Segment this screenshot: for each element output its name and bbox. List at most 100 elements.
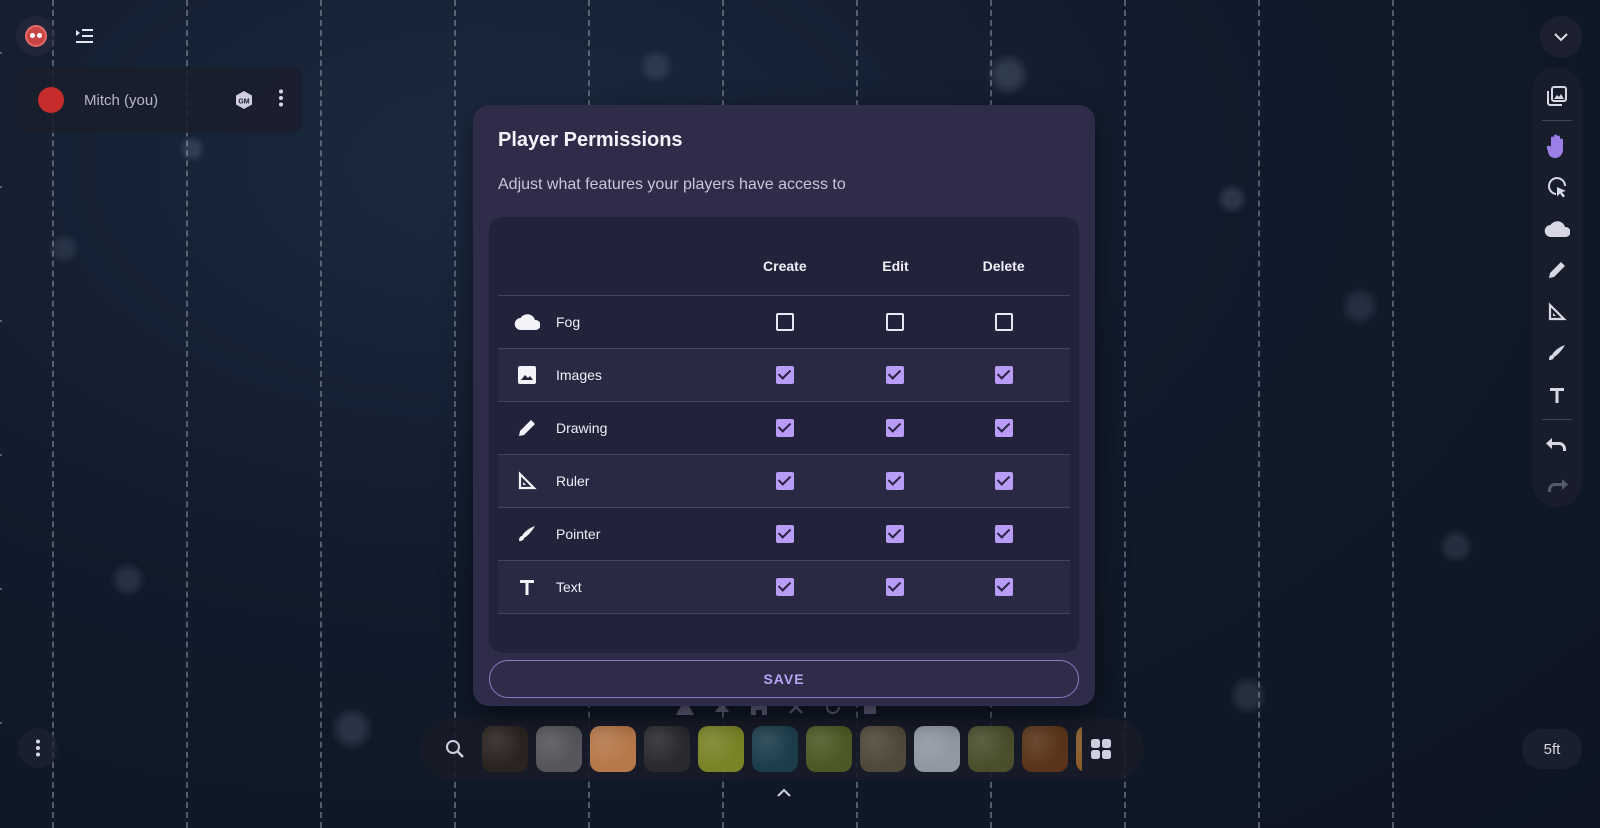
permission-row-pointer: Pointer bbox=[498, 507, 1070, 561]
permission-row-text: Text bbox=[498, 560, 1070, 614]
tile-rocky-ground[interactable] bbox=[860, 726, 906, 772]
permissions-table-container: Create Edit Delete Fog Images Drawing Ruler… bbox=[489, 217, 1079, 653]
permission-label: Drawing bbox=[556, 401, 716, 455]
images-delete-checkbox[interactable] bbox=[994, 366, 1013, 385]
player-permissions-dialog: Player Permissions Adjust what features … bbox=[473, 105, 1095, 706]
pencil-icon[interactable] bbox=[1537, 252, 1577, 289]
dialog-subtitle: Adjust what features your players have a… bbox=[498, 176, 846, 193]
permission-cell-edit bbox=[853, 507, 938, 561]
player-card[interactable]: Mitch (you) GM bbox=[16, 67, 302, 133]
cloud-icon bbox=[498, 295, 556, 349]
toolbar-divider bbox=[1542, 120, 1572, 122]
tile-picker-bar bbox=[420, 718, 1144, 780]
tile-water[interactable] bbox=[752, 726, 798, 772]
permission-label: Ruler bbox=[556, 454, 716, 508]
drawing-create-checkbox[interactable] bbox=[775, 419, 794, 438]
permission-row-drawing: Drawing bbox=[498, 401, 1070, 455]
permission-label: Fog bbox=[556, 295, 716, 349]
tile-snow[interactable] bbox=[914, 726, 960, 772]
text-icon bbox=[498, 560, 556, 614]
permissions-table: Create Edit Delete Fog Images Drawing Ruler… bbox=[498, 237, 1070, 614]
permission-row-fog: Fog bbox=[498, 295, 1070, 349]
permission-row-images: Images bbox=[498, 348, 1070, 402]
hand-icon[interactable] bbox=[1537, 127, 1577, 164]
image-stack-icon[interactable] bbox=[1537, 77, 1577, 114]
toolbar-divider bbox=[1542, 419, 1572, 421]
chevron-down-icon[interactable] bbox=[1540, 16, 1582, 58]
ruler-triangle-icon[interactable] bbox=[1537, 293, 1577, 330]
cloud-icon[interactable] bbox=[1537, 210, 1577, 247]
ruler-create-checkbox[interactable] bbox=[775, 472, 794, 491]
tile-moss[interactable] bbox=[698, 726, 744, 772]
more-vertical-icon[interactable] bbox=[18, 728, 58, 768]
pointer-brush-icon bbox=[498, 507, 556, 561]
top-left-bar bbox=[16, 16, 102, 56]
owlbear-logo-icon[interactable] bbox=[16, 16, 56, 56]
drawing-edit-checkbox[interactable] bbox=[886, 419, 905, 438]
permission-row-ruler: Ruler bbox=[498, 454, 1070, 508]
fog-delete-checkbox[interactable] bbox=[994, 313, 1013, 332]
column-header-create: Create bbox=[716, 237, 854, 296]
undo-icon[interactable] bbox=[1537, 426, 1577, 463]
player-name: Mitch (you) bbox=[84, 91, 159, 109]
permission-cell-edit bbox=[853, 295, 938, 349]
search-icon[interactable] bbox=[432, 739, 478, 759]
permission-label: Pointer bbox=[556, 507, 716, 561]
pointer-edit-checkbox[interactable] bbox=[886, 525, 905, 544]
text-edit-checkbox[interactable] bbox=[886, 578, 905, 597]
permission-cell-delete bbox=[937, 348, 1070, 402]
fog-edit-checkbox[interactable] bbox=[886, 313, 905, 332]
tile-list bbox=[482, 726, 1082, 772]
permission-cell-delete bbox=[937, 295, 1070, 349]
text-icon[interactable] bbox=[1537, 376, 1577, 413]
redo-icon[interactable] bbox=[1537, 468, 1577, 505]
permission-cell-create bbox=[716, 401, 854, 455]
permission-cell-edit bbox=[853, 348, 938, 402]
svg-text:GM: GM bbox=[238, 99, 249, 106]
tile-dark-earth[interactable] bbox=[482, 726, 528, 772]
tile-sand[interactable] bbox=[590, 726, 636, 772]
ruler-edit-checkbox[interactable] bbox=[886, 472, 905, 491]
player-color-dot[interactable] bbox=[38, 87, 64, 113]
image-icon bbox=[498, 348, 556, 402]
permission-cell-edit bbox=[853, 401, 938, 455]
dialog-title: Player Permissions bbox=[498, 129, 683, 151]
grid-scale-badge[interactable]: 5ft bbox=[1522, 729, 1582, 769]
tile-leafy-ground[interactable] bbox=[968, 726, 1014, 772]
ruler-delete-checkbox[interactable] bbox=[994, 472, 1013, 491]
gm-shield-icon: GM bbox=[234, 90, 254, 110]
column-header-delete: Delete bbox=[937, 237, 1070, 296]
tile-dirt[interactable] bbox=[1076, 726, 1082, 772]
tile-wood[interactable] bbox=[1022, 726, 1068, 772]
permission-cell-create bbox=[716, 560, 854, 614]
images-create-checkbox[interactable] bbox=[775, 366, 794, 385]
chevron-up-icon[interactable] bbox=[772, 782, 796, 802]
permission-cell-delete bbox=[937, 401, 1070, 455]
tile-gravel[interactable] bbox=[536, 726, 582, 772]
header-spacer bbox=[498, 237, 556, 296]
tile-grass[interactable] bbox=[806, 726, 852, 772]
permission-cell-delete bbox=[937, 560, 1070, 614]
text-delete-checkbox[interactable] bbox=[994, 578, 1013, 597]
permission-cell-create bbox=[716, 507, 854, 561]
select-pointer-icon[interactable] bbox=[1537, 169, 1577, 206]
permission-cell-delete bbox=[937, 454, 1070, 508]
images-edit-checkbox[interactable] bbox=[886, 366, 905, 385]
tile-dark-stone[interactable] bbox=[644, 726, 690, 772]
save-button[interactable]: SAVE bbox=[489, 660, 1079, 698]
drawing-delete-checkbox[interactable] bbox=[994, 419, 1013, 438]
column-header-edit: Edit bbox=[853, 237, 938, 296]
text-create-checkbox[interactable] bbox=[775, 578, 794, 597]
more-vertical-icon[interactable] bbox=[278, 89, 284, 112]
menu-indent-icon[interactable] bbox=[66, 18, 102, 54]
pointer-create-checkbox[interactable] bbox=[775, 525, 794, 544]
pointer-delete-checkbox[interactable] bbox=[994, 525, 1013, 544]
pointer-brush-icon[interactable] bbox=[1537, 334, 1577, 371]
ruler-triangle-icon bbox=[498, 454, 556, 508]
header-spacer bbox=[556, 237, 716, 296]
tool-bar bbox=[1532, 67, 1582, 507]
grid-icon[interactable] bbox=[1090, 738, 1112, 760]
fog-create-checkbox[interactable] bbox=[775, 313, 794, 332]
permission-cell-create bbox=[716, 295, 854, 349]
permission-cell-create bbox=[716, 348, 854, 402]
